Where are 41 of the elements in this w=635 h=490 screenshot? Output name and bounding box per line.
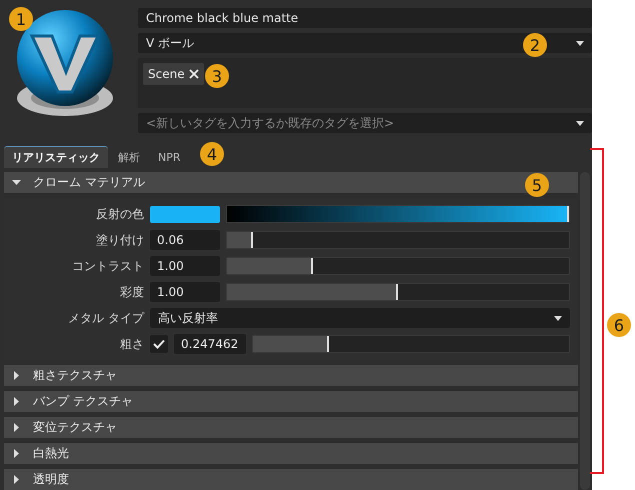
tab[interactable]: リアリスティック [4, 146, 108, 168]
tab[interactable]: NPR [150, 146, 189, 168]
material-name-field[interactable]: Chrome black blue matte [138, 8, 592, 28]
field-label: メタル タイプ [67, 310, 144, 326]
value-field[interactable]: 1.00 [150, 256, 220, 276]
close-icon[interactable] [188, 69, 199, 79]
color-slider[interactable] [226, 205, 570, 223]
color-swatch[interactable] [150, 206, 220, 222]
scrollbar[interactable] [580, 172, 590, 490]
tag-input-dropdown[interactable]: <新しいタグを入力するか既存のタグを選択> [138, 113, 592, 133]
triangle-right-icon [12, 475, 21, 484]
section-header[interactable]: 透明度 [4, 469, 578, 490]
section-header[interactable]: バンプ テクスチャ [4, 391, 578, 412]
triangle-right-icon [12, 397, 21, 406]
triangle-down-icon [12, 178, 21, 187]
callout-number: 6 [607, 313, 631, 337]
triangle-right-icon [12, 449, 21, 458]
section-header[interactable]: 白熱光 [4, 443, 578, 464]
caret-icon [554, 316, 562, 320]
value-field[interactable]: 0.06 [150, 230, 220, 250]
dropdown[interactable]: 高い反射率 [150, 308, 570, 328]
slider[interactable] [226, 283, 570, 301]
field-label: 粗さ [119, 336, 144, 352]
triangle-right-icon [12, 371, 21, 380]
checkbox[interactable] [150, 335, 168, 353]
field-label: 反射の色 [95, 206, 144, 222]
section-header[interactable]: 変位テクスチャ [4, 417, 578, 438]
triangle-right-icon [12, 423, 21, 432]
field-label: 塗り付け [95, 232, 144, 248]
slider[interactable] [252, 335, 570, 353]
caret-icon [576, 40, 584, 46]
section-header[interactable]: 粗さテクスチャ [4, 365, 578, 386]
tag-chip[interactable]: Scene [143, 63, 204, 85]
field-label: 彩度 [119, 284, 144, 300]
value-field[interactable]: 1.00 [150, 282, 220, 302]
caret-icon [576, 120, 584, 126]
slider[interactable] [226, 231, 570, 249]
tab[interactable]: 解析 [110, 146, 148, 168]
slider[interactable] [226, 257, 570, 275]
field-label: コントラスト [71, 258, 144, 274]
value-field[interactable]: 0.247462 [174, 334, 246, 354]
